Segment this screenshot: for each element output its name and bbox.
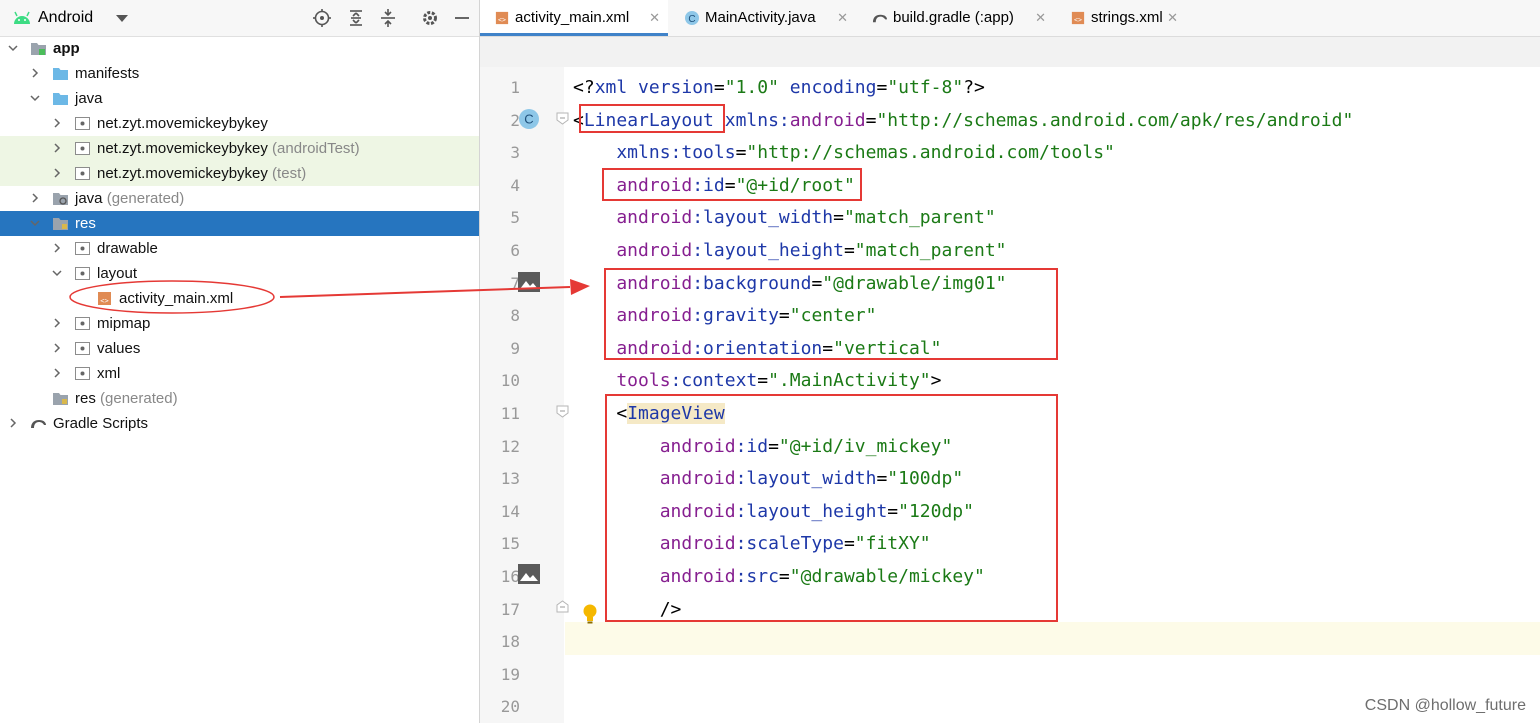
annotation-arrow bbox=[69, 279, 590, 314]
watermark: CSDN @hollow_future bbox=[1364, 697, 1526, 714]
